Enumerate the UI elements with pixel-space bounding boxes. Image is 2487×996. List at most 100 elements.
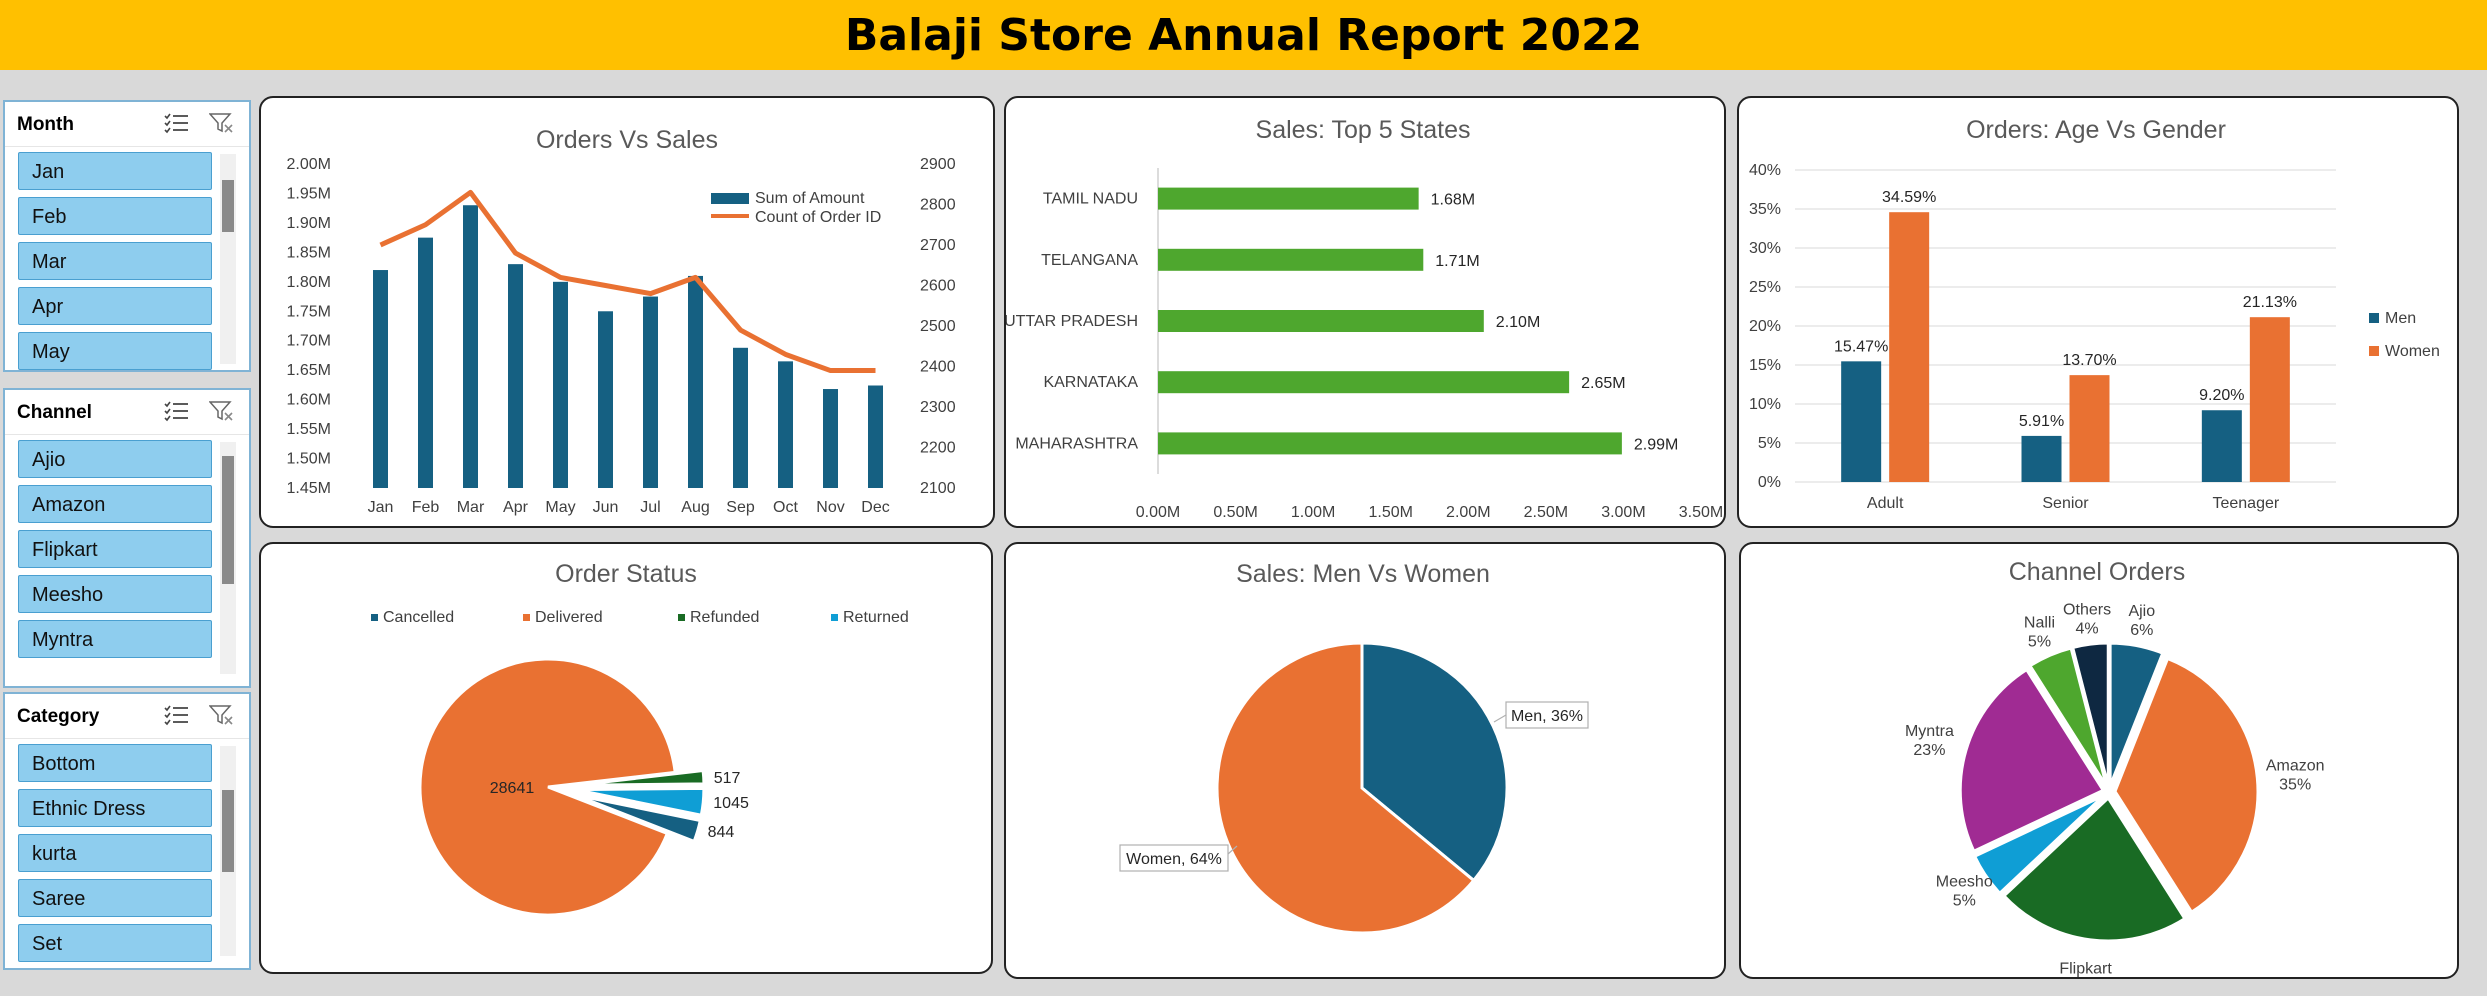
multi-select-icon[interactable] (164, 112, 190, 134)
orders-vs-sales-panel[interactable]: Orders Vs Sales 1.45M 1.50M 1.55M 1.60M 1.65M… (259, 96, 995, 528)
slicer-item-bottom[interactable]: Bottom (18, 744, 212, 782)
bar-women-teenager (2249, 317, 2290, 482)
slicer-item-amazon[interactable]: Amazon (18, 485, 212, 523)
slicer-item-jan[interactable]: Jan (18, 152, 212, 190)
data-label: 35% (2279, 776, 2311, 793)
slicer-item-list: Bottom Ethnic Dress kurta Saree Set (18, 744, 212, 969)
data-label: 23% (1913, 742, 1945, 759)
y-left-tick-label: 1.90M (287, 215, 331, 232)
slicer-item-apr[interactable]: Apr (18, 287, 212, 325)
legend-swatch-men (2369, 313, 2379, 323)
slicer-item-list: Jan Feb Mar Apr May (18, 152, 212, 377)
age-gender-panel[interactable]: Orders: Age Vs Gender 0% 5% 10% 15% 20% 25% 30%… (1737, 96, 2459, 528)
y-tick-label: 20% (1749, 318, 1781, 335)
bar-dec (868, 385, 883, 488)
multi-select-icon[interactable] (164, 400, 190, 422)
slice-name-label: Myntra (1905, 723, 1954, 740)
clear-filter-icon[interactable] (209, 400, 235, 422)
y-tick-label: 25% (1749, 279, 1781, 296)
x-tick-label: Sep (726, 499, 755, 516)
legend-label-delivered: Delivered (535, 609, 603, 626)
y-tick-label: 0% (1758, 474, 1781, 491)
x-tick-label: Jul (640, 499, 660, 516)
legend-label-refunded: Refunded (690, 609, 759, 626)
slicer-item-kurta[interactable]: kurta (18, 834, 212, 872)
bar-men-senior (2021, 435, 2062, 482)
top-states-chart: Sales: Top 5 States 0.00M 0.50M 1.00M 1.50M 2… (1006, 116, 1723, 521)
channel-orders-panel[interactable]: Channel OrdersAjio6%Amazon35%Flipkart22%… (1739, 542, 2459, 979)
y-right-tick-label: 2700 (920, 237, 956, 254)
bar-men-adult (1841, 361, 1882, 482)
data-label: 1.71M (1435, 253, 1479, 270)
x-tick-label: Senior (2042, 495, 2089, 512)
slicer-title: Month (17, 114, 74, 135)
slicer-scroll-thumb[interactable] (222, 180, 234, 232)
legend-swatch-returned (831, 614, 838, 621)
clear-filter-icon[interactable] (209, 704, 235, 726)
month-slicer[interactable]: Month Jan Feb Mar Apr May (3, 100, 251, 372)
x-tick-label: Adult (1867, 495, 1904, 512)
y-left-tick-label: 1.80M (287, 274, 331, 291)
data-label: 9.20% (2199, 387, 2244, 404)
slicer-item-flipkart[interactable]: Flipkart (18, 530, 212, 568)
order-status-chart: Order Status Cancelled Delivered Refunded Re… (371, 560, 909, 917)
slicer-item-may[interactable]: May (18, 332, 212, 370)
slicer-item-ajio[interactable]: Ajio (18, 440, 212, 478)
legend-label-cancelled: Cancelled (383, 609, 454, 626)
top-states-panel[interactable]: Sales: Top 5 States 0.00M 0.50M 1.00M 1.50M 2… (1004, 96, 1726, 528)
x-tick-label: Dec (861, 499, 889, 516)
slice-name-label: Nalli (2024, 614, 2055, 631)
x-tick-label: 1.50M (1368, 504, 1412, 521)
data-label: 4% (2076, 620, 2099, 637)
y-tick-label: 15% (1749, 357, 1781, 374)
multi-select-icon[interactable] (164, 704, 190, 726)
data-label: 6% (2130, 622, 2153, 639)
slicer-scroll-thumb[interactable] (222, 790, 234, 872)
x-tick-label: 0.50M (1213, 504, 1257, 521)
y-right-tick-label: 2500 (920, 318, 956, 335)
data-label: 517 (714, 770, 741, 787)
slicer-item-meesho[interactable]: Meesho (18, 575, 212, 613)
slicer-header: Month (5, 102, 249, 147)
chart-title: Order Status (555, 560, 697, 588)
y-right-tick-label: 2100 (920, 480, 956, 497)
slicer-item-mar[interactable]: Mar (18, 242, 212, 280)
bar-maharashtra (1158, 432, 1622, 455)
data-label: 28641 (490, 780, 535, 797)
channel-slicer[interactable]: Channel Ajio Amazon Flipkart Meesho Mynt… (3, 388, 251, 688)
report-title: Balaji Store Annual Report 2022 (844, 9, 1643, 61)
y-right-tick-label: 2900 (920, 156, 956, 173)
data-label: 13.70% (2062, 352, 2116, 369)
slicer-item-ethnic-dress[interactable]: Ethnic Dress (18, 789, 212, 827)
clear-filter-icon[interactable] (209, 112, 235, 134)
slicer-scrollbar[interactable] (220, 154, 236, 364)
slicer-item-myntra[interactable]: Myntra (18, 620, 212, 658)
legend-label-women: Women (2385, 343, 2440, 360)
legend-swatch-cancelled (371, 614, 378, 621)
chart-title: Sales: Top 5 States (1256, 116, 1471, 144)
slicer-scrollbar[interactable] (220, 442, 236, 674)
bar-aug (688, 275, 703, 488)
channel-orders-chart: Channel OrdersAjio6%Amazon35%Flipkart22%… (1905, 558, 2325, 977)
bar-oct (778, 361, 793, 488)
men-vs-women-panel[interactable]: Sales: Men Vs Women Men, 36% Women, 64% (1004, 542, 1726, 979)
slicer-scrollbar[interactable] (220, 746, 236, 956)
slicer-scroll-thumb[interactable] (222, 456, 234, 584)
order-status-panel[interactable]: Order Status Cancelled Delivered Refunded Re… (259, 542, 993, 974)
x-tick-label: Jan (368, 499, 394, 516)
slicer-item-set[interactable]: Set (18, 924, 212, 962)
x-tick-label: 2.50M (1524, 504, 1568, 521)
slicer-item-feb[interactable]: Feb (18, 197, 212, 235)
bar-jun (598, 311, 613, 488)
x-tick-label: Mar (457, 499, 485, 516)
bar-jul (643, 296, 658, 488)
legend-swatch-sum-of-amount (711, 193, 749, 204)
bar-may (553, 281, 568, 488)
y-right-tick-label: 2400 (920, 359, 956, 376)
x-tick-label: 3.50M (1679, 504, 1723, 521)
bar-mar (463, 205, 478, 488)
category-slicer[interactable]: Category Bottom Ethnic Dress kurta Saree… (3, 692, 251, 970)
y-right-tick-label: 2600 (920, 278, 956, 295)
slicer-item-list: Ajio Amazon Flipkart Meesho Myntra (18, 440, 212, 665)
slicer-item-saree[interactable]: Saree (18, 879, 212, 917)
